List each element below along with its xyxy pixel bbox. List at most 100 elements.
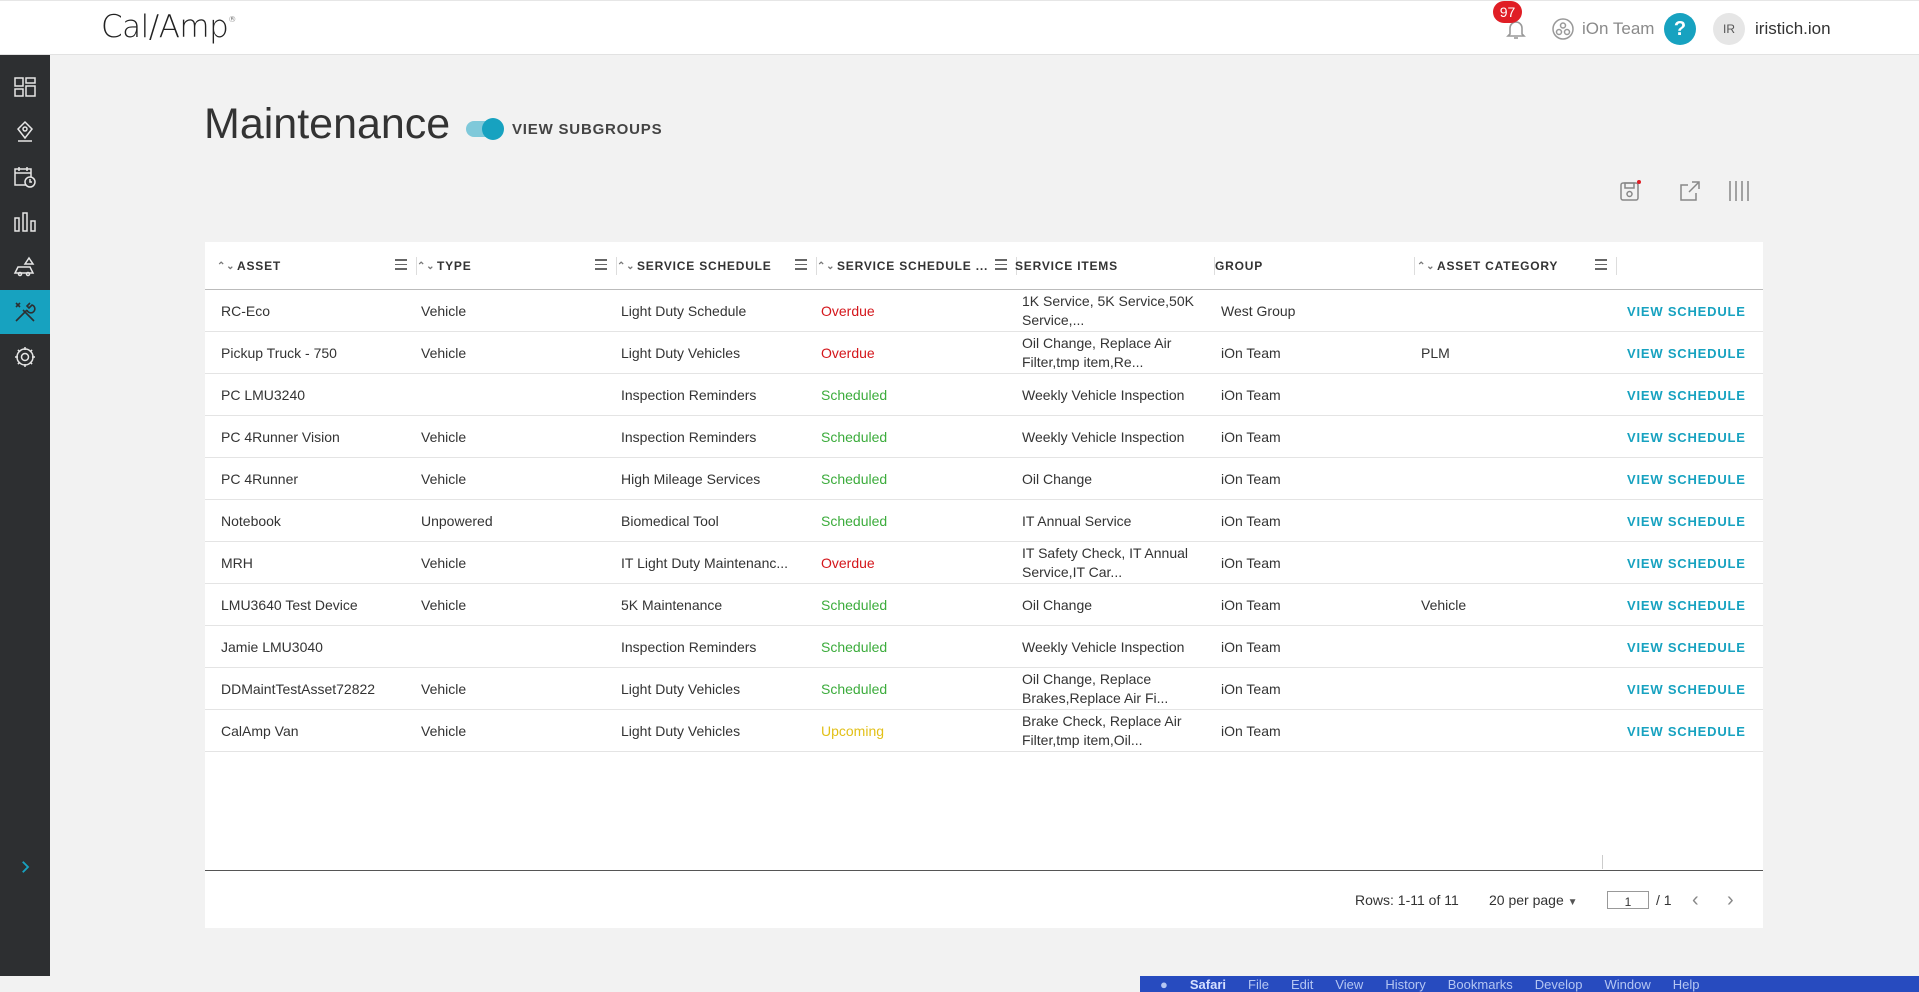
- table-row[interactable]: DDMaintTestAsset72822 Vehicle Light Duty V…: [205, 668, 1763, 710]
- cell-type: Vehicle: [421, 681, 467, 697]
- column-menu-icon[interactable]: [1595, 259, 1607, 273]
- table-row[interactable]: RC-Eco Vehicle Light Duty Schedule Overdue 1…: [205, 290, 1763, 332]
- calamp-logo[interactable]: Cal/Amp®: [101, 9, 236, 45]
- sort-icon[interactable]: ⌃⌄: [1417, 261, 1435, 272]
- column-settings-button[interactable]: [1726, 178, 1752, 204]
- column-menu-icon[interactable]: [395, 259, 407, 273]
- table-row[interactable]: Pickup Truck - 750 Vehicle Light Duty Vehi…: [205, 332, 1763, 374]
- per-page-select[interactable]: 20 per page ▼: [1489, 892, 1578, 908]
- cell-group: iOn Team: [1221, 345, 1281, 361]
- os-menu-window[interactable]: Window: [1605, 977, 1651, 992]
- view-schedule-link[interactable]: VIEW SCHEDULE: [1627, 500, 1757, 542]
- column-asset-category[interactable]: ⌃⌄ ASSET CATEGORY: [1417, 242, 1617, 290]
- view-schedule-link[interactable]: VIEW SCHEDULE: [1627, 710, 1757, 752]
- cell-type: Vehicle: [421, 345, 467, 361]
- cell-schedule: 5K Maintenance: [621, 597, 723, 613]
- sort-icon[interactable]: ⌃⌄: [417, 261, 435, 272]
- username[interactable]: iristich.ion: [1755, 19, 1831, 39]
- table-row[interactable]: Notebook Unpowered Biomedical Tool Schedule…: [205, 500, 1763, 542]
- view-subgroups-label: VIEW SUBGROUPS: [512, 121, 663, 138]
- os-menu-edit[interactable]: Edit: [1291, 977, 1313, 992]
- toggle-knob: [482, 118, 504, 140]
- sidebar-expand-button[interactable]: [0, 852, 50, 882]
- save-view-button[interactable]: [1617, 178, 1643, 204]
- view-schedule-link[interactable]: VIEW SCHEDULE: [1627, 626, 1757, 668]
- column-service-schedule[interactable]: ⌃⌄ SERVICE SCHEDULE: [617, 242, 817, 290]
- view-schedule-link[interactable]: VIEW SCHEDULE: [1627, 584, 1757, 626]
- column-menu-icon[interactable]: [795, 259, 807, 273]
- cell-group: iOn Team: [1221, 513, 1281, 529]
- table-row[interactable]: Jamie LMU3040 Inspection Reminders Schedul…: [205, 626, 1763, 668]
- column-menu-icon[interactable]: [995, 259, 1007, 273]
- os-menu-history[interactable]: History: [1385, 977, 1425, 992]
- cell-asset: CalAmp Van: [221, 723, 299, 739]
- table-row[interactable]: MRH Vehicle IT Light Duty Maintenanc... Ove…: [205, 542, 1763, 584]
- os-menu-develop[interactable]: Develop: [1535, 977, 1583, 992]
- cell-asset: PC LMU3240: [221, 387, 306, 403]
- cell-asset: Jamie LMU3040: [221, 639, 323, 655]
- column-service-schedule-status[interactable]: ⌃⌄ SERVICE SCHEDULE ...: [817, 242, 1017, 290]
- column-service-items[interactable]: SERVICE ITEMS: [1015, 242, 1215, 290]
- notification-badge[interactable]: 97: [1493, 1, 1522, 23]
- cell-asset: DDMaintTestAsset72822: [221, 681, 376, 697]
- avatar[interactable]: IR: [1713, 13, 1745, 45]
- view-subgroups-toggle[interactable]: [466, 118, 504, 140]
- sidebar-item-alerts[interactable]: [0, 245, 50, 289]
- table-row[interactable]: LMU3640 Test Device Vehicle 5K Maintenance…: [205, 584, 1763, 626]
- cell-category: [1421, 290, 1611, 332]
- cell-category: PLM: [1421, 345, 1450, 361]
- next-page-button[interactable]: ›: [1727, 889, 1734, 912]
- view-schedule-link[interactable]: VIEW SCHEDULE: [1627, 374, 1757, 416]
- cell-asset: PC 4Runner: [221, 471, 299, 487]
- columns-icon: [1729, 181, 1749, 201]
- sidebar-item-dashboard[interactable]: [0, 65, 50, 109]
- sidebar-item-locations[interactable]: [0, 110, 50, 154]
- os-menu-view[interactable]: View: [1335, 977, 1363, 992]
- table-row[interactable]: PC 4Runner Vehicle High Mileage Services Sc…: [205, 458, 1763, 500]
- os-menu-safari[interactable]: Safari: [1190, 977, 1226, 992]
- sidebar-item-schedule[interactable]: [0, 155, 50, 199]
- prev-page-button[interactable]: ‹: [1692, 889, 1699, 912]
- cell-type: Vehicle: [421, 471, 467, 487]
- cell-category: [1421, 626, 1611, 668]
- gear-icon: [15, 347, 35, 367]
- column-menu-icon[interactable]: [595, 259, 607, 273]
- cell-schedule: Inspection Reminders: [621, 639, 757, 655]
- cell-status: Scheduled: [821, 471, 888, 487]
- view-schedule-link[interactable]: VIEW SCHEDULE: [1627, 458, 1757, 500]
- os-menu-file[interactable]: File: [1248, 977, 1269, 992]
- sort-icon[interactable]: ⌃⌄: [617, 261, 635, 272]
- location-pin-icon: [17, 120, 33, 142]
- view-schedule-link[interactable]: VIEW SCHEDULE: [1627, 290, 1757, 332]
- help-button[interactable]: ?: [1664, 13, 1696, 45]
- table-row[interactable]: PC 4Runner Vision Vehicle Inspection Remin…: [205, 416, 1763, 458]
- sidebar-item-reports[interactable]: [0, 200, 50, 244]
- cell-status: Overdue: [821, 555, 875, 571]
- os-menu-help[interactable]: Help: [1673, 977, 1700, 992]
- cell-category: Vehicle: [1421, 597, 1467, 613]
- cell-items: Oil Change, Replace Brakes,Replace Air F…: [1022, 671, 1169, 706]
- column-asset[interactable]: ⌃⌄ ASSET: [217, 242, 417, 290]
- view-schedule-link[interactable]: VIEW SCHEDULE: [1627, 542, 1757, 584]
- chevron-right-icon: [22, 861, 30, 873]
- sidebar-item-maintenance[interactable]: [0, 290, 50, 334]
- view-schedule-link[interactable]: VIEW SCHEDULE: [1627, 416, 1757, 458]
- table-row[interactable]: PC LMU3240 Inspection Reminders Scheduled W…: [205, 374, 1763, 416]
- team-name[interactable]: iOn Team: [1582, 19, 1654, 39]
- column-group[interactable]: GROUP: [1215, 242, 1415, 290]
- column-type[interactable]: ⌃⌄ TYPE: [417, 242, 617, 290]
- apple-icon[interactable]: ●: [1160, 977, 1168, 992]
- cell-status: Scheduled: [821, 429, 888, 445]
- sidebar-item-settings[interactable]: [0, 335, 50, 379]
- view-schedule-link[interactable]: VIEW SCHEDULE: [1627, 332, 1757, 374]
- page-number-input[interactable]: 1: [1607, 891, 1649, 909]
- table-row[interactable]: CalAmp Van Vehicle Light Duty Vehicles Upco…: [205, 710, 1763, 752]
- cell-type: Vehicle: [421, 555, 467, 571]
- os-menu-bookmarks[interactable]: Bookmarks: [1448, 977, 1513, 992]
- sort-icon[interactable]: ⌃⌄: [217, 261, 235, 272]
- view-schedule-link[interactable]: VIEW SCHEDULE: [1627, 668, 1757, 710]
- cell-status: Scheduled: [821, 597, 888, 613]
- export-button[interactable]: [1677, 178, 1703, 204]
- sort-icon[interactable]: ⌃⌄: [817, 261, 835, 272]
- team-icon[interactable]: [1551, 17, 1575, 41]
